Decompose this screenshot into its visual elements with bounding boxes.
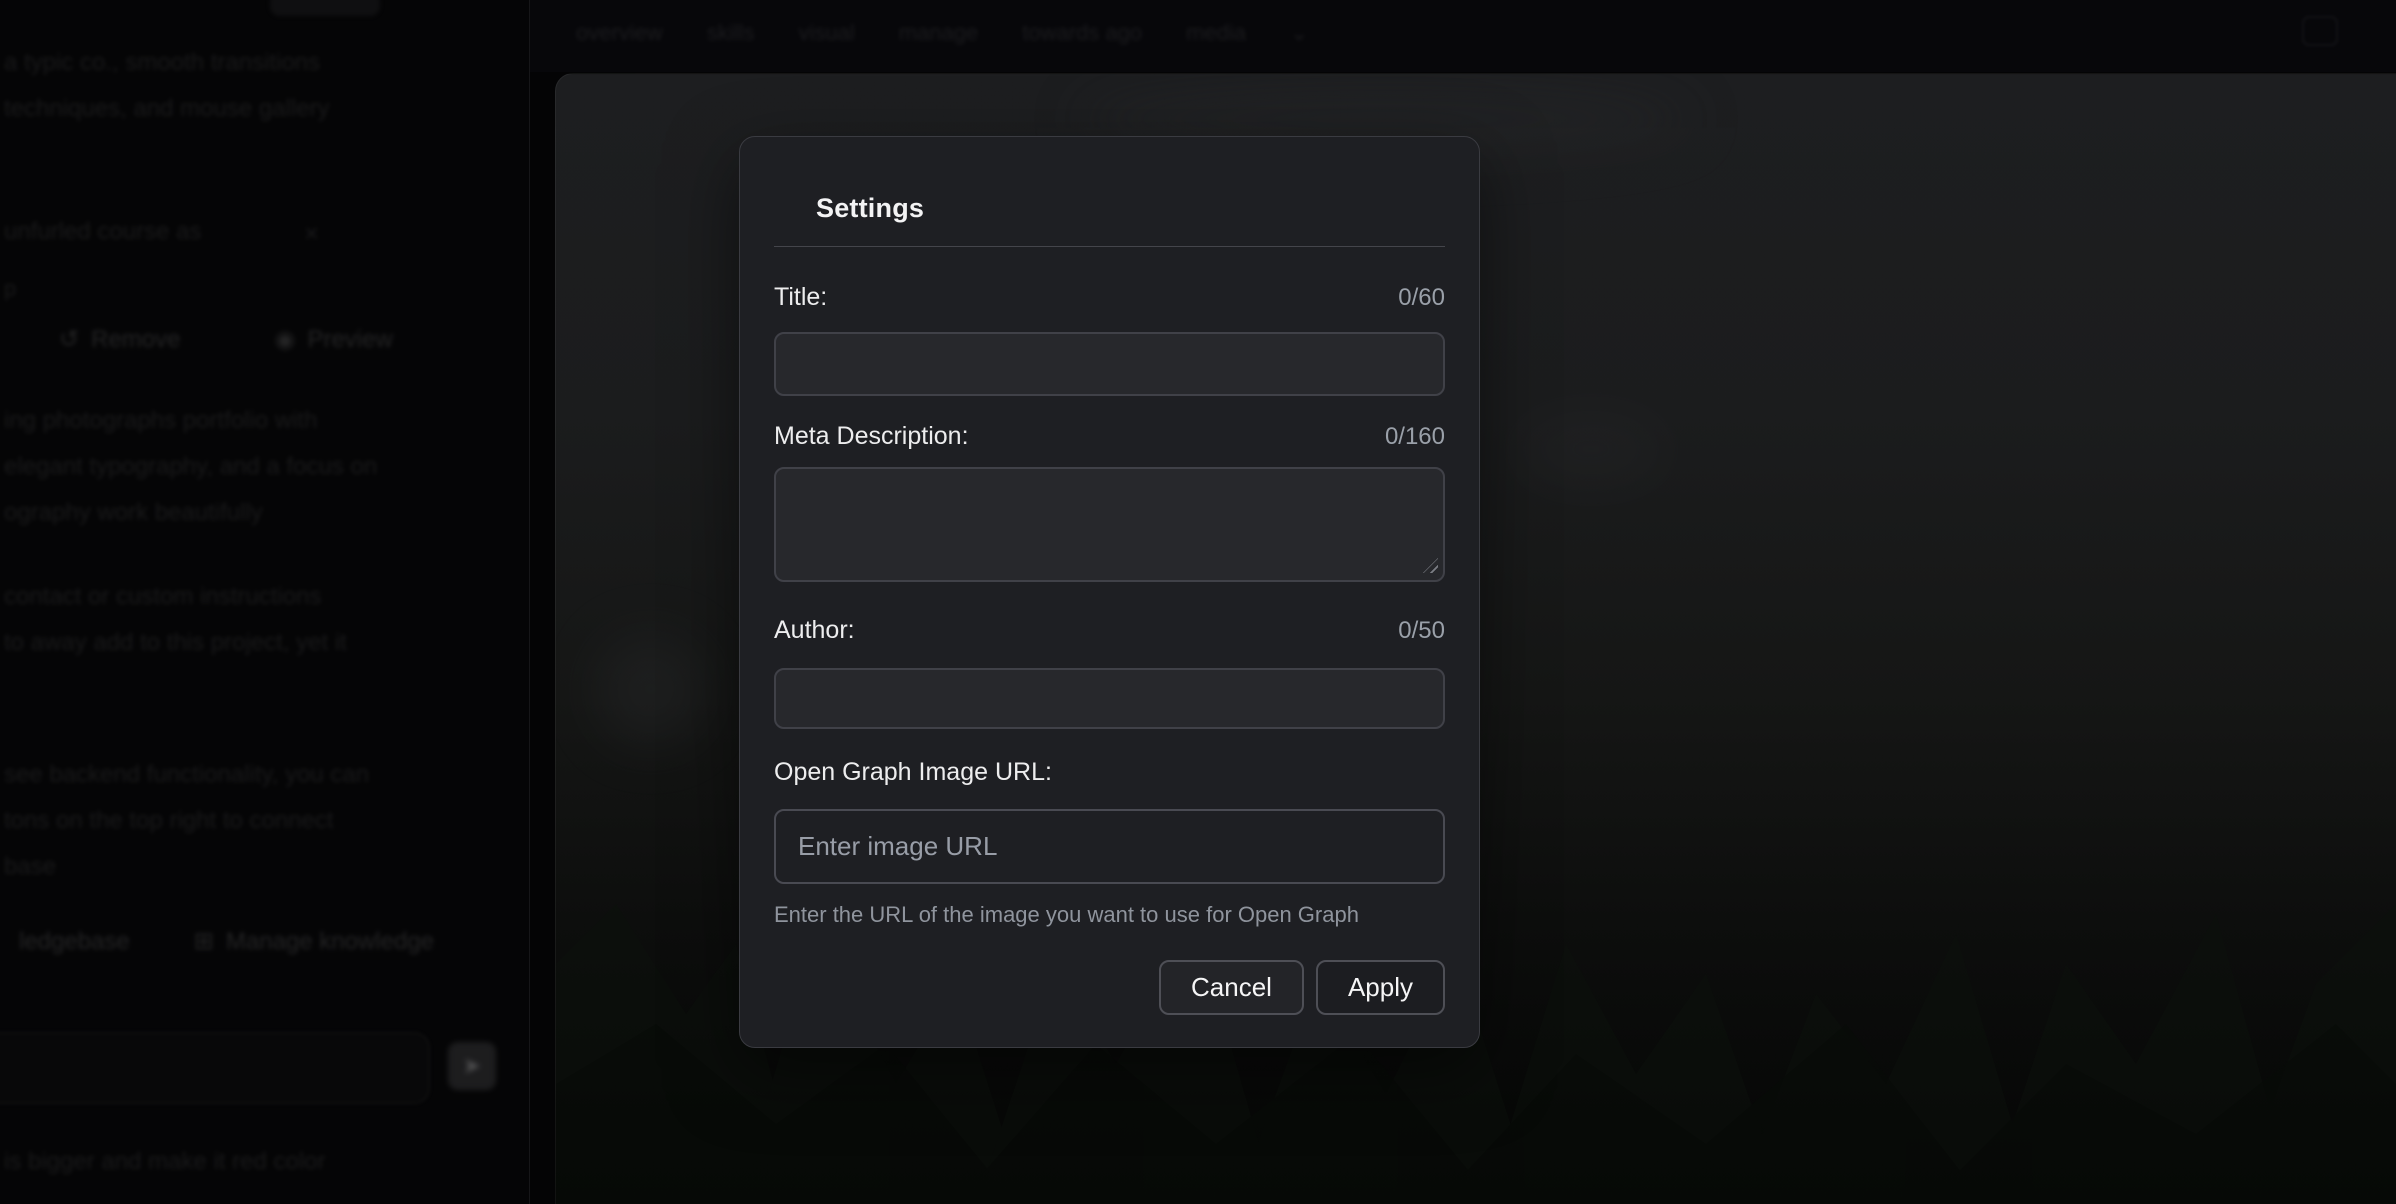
title-field-label: Title: bbox=[774, 283, 827, 312]
apply-button[interactable]: Apply bbox=[1316, 960, 1445, 1015]
knowledgebase-button[interactable]: ledgebase bbox=[0, 918, 149, 965]
topbar-item[interactable]: manage bbox=[899, 20, 979, 46]
topbar-item[interactable]: media bbox=[1186, 20, 1246, 46]
og-image-url-label: Open Graph Image URL: bbox=[774, 758, 1052, 787]
chat-message-line: ing photographs portfolio with bbox=[4, 398, 318, 444]
eye-icon: ◉ bbox=[274, 325, 295, 354]
attachment-label: unfurled course as bbox=[4, 218, 201, 245]
settings-dialog: Settings Title: 0/60 Meta Description: 0… bbox=[739, 136, 1480, 1048]
remove-button-label: Remove bbox=[91, 326, 180, 354]
title-input[interactable] bbox=[774, 332, 1445, 396]
chat-message-line: see backend functionality, you can bbox=[4, 752, 369, 798]
meta-description-label: Meta Description: bbox=[774, 422, 969, 451]
chat-sidebar: a typic co., smooth transitions techniqu… bbox=[0, 0, 530, 1204]
dim-content-blob bbox=[1516, 414, 1666, 484]
topbar-menu: overview skills visual manage towards ag… bbox=[576, 20, 1308, 46]
topbar-item[interactable]: towards ago bbox=[1022, 20, 1142, 46]
og-image-url-input[interactable] bbox=[774, 809, 1445, 884]
knowledge-button-row: ledgebase ⊞ Manage knowledge bbox=[0, 918, 453, 965]
undo-icon: ↺ bbox=[59, 325, 79, 354]
cancel-button[interactable]: Cancel bbox=[1159, 960, 1304, 1015]
remove-button[interactable]: ↺ Remove bbox=[40, 316, 199, 363]
chat-message-line: ography work beautifully bbox=[4, 490, 263, 536]
topbar-item[interactable]: overview bbox=[576, 20, 663, 46]
message-action-row: ↺ Remove ◉ Preview bbox=[40, 316, 412, 363]
attachment-row: unfurled course as × bbox=[4, 218, 504, 246]
attachment-sub-label: p bbox=[4, 276, 16, 302]
knowledgebase-button-label: ledgebase bbox=[19, 928, 130, 956]
author-char-counter: 0/50 bbox=[1398, 617, 1445, 645]
chevron-down-icon[interactable]: ⌄ bbox=[1290, 20, 1308, 46]
send-icon[interactable]: ➤ bbox=[448, 1042, 496, 1090]
chat-message-line: to away add to this project, yet it bbox=[4, 620, 347, 666]
preview-button-label: Preview bbox=[307, 326, 392, 354]
topbar-right-icon[interactable] bbox=[2302, 16, 2338, 46]
chat-message-line: elegant typography, and a focus on bbox=[4, 444, 377, 490]
dim-content-blob bbox=[596, 634, 706, 744]
chat-message-line: a typic co., smooth transitions bbox=[4, 40, 320, 86]
dialog-footer: Cancel Apply bbox=[774, 960, 1445, 1015]
chat-input[interactable] bbox=[0, 1032, 430, 1104]
topbar-item[interactable]: visual bbox=[798, 20, 854, 46]
author-input[interactable] bbox=[774, 668, 1445, 729]
meta-description-textarea[interactable] bbox=[774, 467, 1445, 582]
og-image-helper-text: Enter the URL of the image you want to u… bbox=[774, 902, 1445, 928]
divider bbox=[774, 246, 1445, 247]
preview-button[interactable]: ◉ Preview bbox=[255, 316, 411, 363]
dialog-title: Settings bbox=[816, 193, 1445, 224]
chat-message-line: tons on the top right to connect bbox=[4, 798, 334, 844]
close-icon[interactable]: × bbox=[304, 218, 319, 249]
topbar: overview skills visual manage towards ag… bbox=[530, 0, 2396, 72]
manage-knowledge-label: Manage knowledge bbox=[226, 928, 434, 956]
chat-message-line: base bbox=[4, 844, 56, 890]
author-field-label: Author: bbox=[774, 616, 855, 645]
grid-icon: ⊞ bbox=[194, 927, 214, 956]
title-char-counter: 0/60 bbox=[1398, 284, 1445, 312]
sidebar-top-pill bbox=[270, 0, 380, 16]
topbar-item[interactable]: skills bbox=[707, 20, 755, 46]
chat-message-line: contact or custom instructions bbox=[4, 574, 321, 620]
chat-message-line: techniques, and mouse gallery bbox=[4, 86, 330, 132]
meta-description-char-counter: 0/160 bbox=[1385, 423, 1445, 451]
chat-message-line: is bigger and make it red color bbox=[4, 1148, 326, 1176]
manage-knowledge-button[interactable]: ⊞ Manage knowledge bbox=[175, 918, 453, 965]
